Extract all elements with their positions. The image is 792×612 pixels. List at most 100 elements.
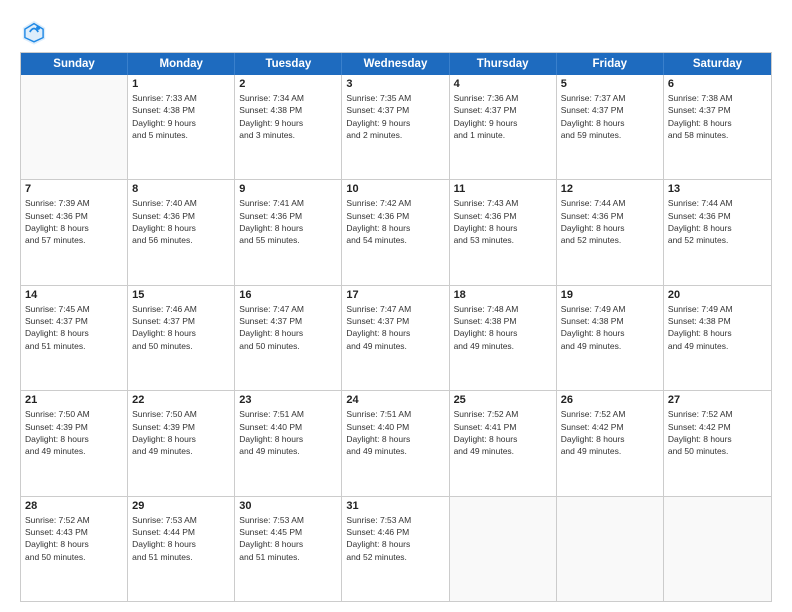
- calendar-cell: 10 Sunrise: 7:42 AM Sunset: 4:36 PM Dayli…: [342, 180, 449, 284]
- calendar-cell: 9 Sunrise: 7:41 AM Sunset: 4:36 PM Daylig…: [235, 180, 342, 284]
- day-info: Sunrise: 7:38 AM Sunset: 4:37 PM Dayligh…: [668, 92, 767, 141]
- header-day-friday: Friday: [557, 53, 664, 75]
- calendar-cell: 15 Sunrise: 7:46 AM Sunset: 4:37 PM Dayli…: [128, 286, 235, 390]
- day-info: Sunrise: 7:44 AM Sunset: 4:36 PM Dayligh…: [668, 197, 767, 246]
- calendar-cell: 14 Sunrise: 7:45 AM Sunset: 4:37 PM Dayli…: [21, 286, 128, 390]
- day-number: 3: [346, 78, 444, 90]
- header-day-sunday: Sunday: [21, 53, 128, 75]
- header-day-saturday: Saturday: [664, 53, 771, 75]
- header: [20, 18, 772, 46]
- day-number: 9: [239, 183, 337, 195]
- day-info: Sunrise: 7:44 AM Sunset: 4:36 PM Dayligh…: [561, 197, 659, 246]
- day-number: 1: [132, 78, 230, 90]
- day-info: Sunrise: 7:35 AM Sunset: 4:37 PM Dayligh…: [346, 92, 444, 141]
- day-info: Sunrise: 7:52 AM Sunset: 4:42 PM Dayligh…: [561, 408, 659, 457]
- calendar-row-3: 21Sunrise: 7:50 AM Sunset: 4:39 PM Dayli…: [21, 390, 771, 495]
- day-info: Sunrise: 7:53 AM Sunset: 4:46 PM Dayligh…: [346, 514, 444, 563]
- day-info: Sunrise: 7:34 AM Sunset: 4:38 PM Dayligh…: [239, 92, 337, 141]
- calendar-cell: [450, 497, 557, 601]
- day-info: Sunrise: 7:47 AM Sunset: 4:37 PM Dayligh…: [346, 303, 444, 352]
- calendar-cell: 12 Sunrise: 7:44 AM Sunset: 4:36 PM Dayli…: [557, 180, 664, 284]
- calendar-cell: 3 Sunrise: 7:35 AM Sunset: 4:37 PM Daylig…: [342, 75, 449, 179]
- day-number: 23: [239, 394, 337, 406]
- day-number: 25: [454, 394, 552, 406]
- day-info: Sunrise: 7:41 AM Sunset: 4:36 PM Dayligh…: [239, 197, 337, 246]
- day-info: Sunrise: 7:53 AM Sunset: 4:45 PM Dayligh…: [239, 514, 337, 563]
- calendar-body: 1Sunrise: 7:33 AM Sunset: 4:38 PM Daylig…: [21, 75, 771, 601]
- calendar-cell: 18Sunrise: 7:48 AM Sunset: 4:38 PM Dayli…: [450, 286, 557, 390]
- day-number: 20: [668, 289, 767, 301]
- logo: [20, 18, 52, 46]
- day-number: 30: [239, 500, 337, 512]
- day-number: 10: [346, 183, 444, 195]
- day-info: Sunrise: 7:40 AM Sunset: 4:36 PM Dayligh…: [132, 197, 230, 246]
- calendar-cell: [664, 497, 771, 601]
- calendar-cell: 4 Sunrise: 7:36 AM Sunset: 4:37 PM Daylig…: [450, 75, 557, 179]
- calendar-row-1: 7 Sunrise: 7:39 AM Sunset: 4:36 PM Daylig…: [21, 179, 771, 284]
- calendar-cell: 29Sunrise: 7:53 AM Sunset: 4:44 PM Dayli…: [128, 497, 235, 601]
- day-info: Sunrise: 7:46 AM Sunset: 4:37 PM Dayligh…: [132, 303, 230, 352]
- calendar-cell: 27Sunrise: 7:52 AM Sunset: 4:42 PM Dayli…: [664, 391, 771, 495]
- day-info: Sunrise: 7:52 AM Sunset: 4:41 PM Dayligh…: [454, 408, 552, 457]
- day-info: Sunrise: 7:39 AM Sunset: 4:36 PM Dayligh…: [25, 197, 123, 246]
- day-number: 5: [561, 78, 659, 90]
- day-number: 13: [668, 183, 767, 195]
- calendar-cell: [21, 75, 128, 179]
- calendar-cell: 17 Sunrise: 7:47 AM Sunset: 4:37 PM Dayli…: [342, 286, 449, 390]
- calendar-cell: 2 Sunrise: 7:34 AM Sunset: 4:38 PM Daylig…: [235, 75, 342, 179]
- day-info: Sunrise: 7:47 AM Sunset: 4:37 PM Dayligh…: [239, 303, 337, 352]
- day-number: 15: [132, 289, 230, 301]
- calendar-cell: 22 Sunrise: 7:50 AM Sunset: 4:39 PM Dayli…: [128, 391, 235, 495]
- calendar-cell: 30 Sunrise: 7:53 AM Sunset: 4:45 PM Dayli…: [235, 497, 342, 601]
- day-number: 14: [25, 289, 123, 301]
- day-number: 28: [25, 500, 123, 512]
- day-info: Sunrise: 7:43 AM Sunset: 4:36 PM Dayligh…: [454, 197, 552, 246]
- day-info: Sunrise: 7:49 AM Sunset: 4:38 PM Dayligh…: [668, 303, 767, 352]
- calendar-row-4: 28 Sunrise: 7:52 AM Sunset: 4:43 PM Dayli…: [21, 496, 771, 601]
- day-number: 17: [346, 289, 444, 301]
- header-day-tuesday: Tuesday: [235, 53, 342, 75]
- calendar-header: SundayMondayTuesdayWednesdayThursdayFrid…: [21, 53, 771, 75]
- header-day-wednesday: Wednesday: [342, 53, 449, 75]
- calendar-cell: 21Sunrise: 7:50 AM Sunset: 4:39 PM Dayli…: [21, 391, 128, 495]
- logo-icon: [20, 18, 48, 46]
- day-number: 12: [561, 183, 659, 195]
- calendar-cell: 6 Sunrise: 7:38 AM Sunset: 4:37 PM Daylig…: [664, 75, 771, 179]
- day-info: Sunrise: 7:52 AM Sunset: 4:43 PM Dayligh…: [25, 514, 123, 563]
- day-info: Sunrise: 7:48 AM Sunset: 4:38 PM Dayligh…: [454, 303, 552, 352]
- header-day-monday: Monday: [128, 53, 235, 75]
- day-number: 4: [454, 78, 552, 90]
- header-day-thursday: Thursday: [450, 53, 557, 75]
- calendar-cell: 23 Sunrise: 7:51 AM Sunset: 4:40 PM Dayli…: [235, 391, 342, 495]
- day-number: 22: [132, 394, 230, 406]
- day-info: Sunrise: 7:37 AM Sunset: 4:37 PM Dayligh…: [561, 92, 659, 141]
- day-info: Sunrise: 7:52 AM Sunset: 4:42 PM Dayligh…: [668, 408, 767, 457]
- calendar-cell: 28 Sunrise: 7:52 AM Sunset: 4:43 PM Dayli…: [21, 497, 128, 601]
- day-info: Sunrise: 7:45 AM Sunset: 4:37 PM Dayligh…: [25, 303, 123, 352]
- calendar-cell: 8 Sunrise: 7:40 AM Sunset: 4:36 PM Daylig…: [128, 180, 235, 284]
- day-info: Sunrise: 7:50 AM Sunset: 4:39 PM Dayligh…: [132, 408, 230, 457]
- day-info: Sunrise: 7:53 AM Sunset: 4:44 PM Dayligh…: [132, 514, 230, 563]
- day-info: Sunrise: 7:49 AM Sunset: 4:38 PM Dayligh…: [561, 303, 659, 352]
- day-number: 6: [668, 78, 767, 90]
- day-number: 31: [346, 500, 444, 512]
- day-number: 2: [239, 78, 337, 90]
- calendar-cell: 5 Sunrise: 7:37 AM Sunset: 4:37 PM Daylig…: [557, 75, 664, 179]
- calendar-cell: 11Sunrise: 7:43 AM Sunset: 4:36 PM Dayli…: [450, 180, 557, 284]
- page: SundayMondayTuesdayWednesdayThursdayFrid…: [0, 0, 792, 612]
- day-info: Sunrise: 7:36 AM Sunset: 4:37 PM Dayligh…: [454, 92, 552, 141]
- day-number: 7: [25, 183, 123, 195]
- calendar: SundayMondayTuesdayWednesdayThursdayFrid…: [20, 52, 772, 602]
- day-number: 24: [346, 394, 444, 406]
- day-info: Sunrise: 7:51 AM Sunset: 4:40 PM Dayligh…: [346, 408, 444, 457]
- calendar-cell: 26Sunrise: 7:52 AM Sunset: 4:42 PM Dayli…: [557, 391, 664, 495]
- calendar-row-2: 14 Sunrise: 7:45 AM Sunset: 4:37 PM Dayli…: [21, 285, 771, 390]
- day-number: 19: [561, 289, 659, 301]
- day-info: Sunrise: 7:42 AM Sunset: 4:36 PM Dayligh…: [346, 197, 444, 246]
- day-number: 8: [132, 183, 230, 195]
- day-number: 16: [239, 289, 337, 301]
- calendar-cell: [557, 497, 664, 601]
- calendar-cell: 13 Sunrise: 7:44 AM Sunset: 4:36 PM Dayli…: [664, 180, 771, 284]
- day-info: Sunrise: 7:51 AM Sunset: 4:40 PM Dayligh…: [239, 408, 337, 457]
- calendar-cell: 31 Sunrise: 7:53 AM Sunset: 4:46 PM Dayli…: [342, 497, 449, 601]
